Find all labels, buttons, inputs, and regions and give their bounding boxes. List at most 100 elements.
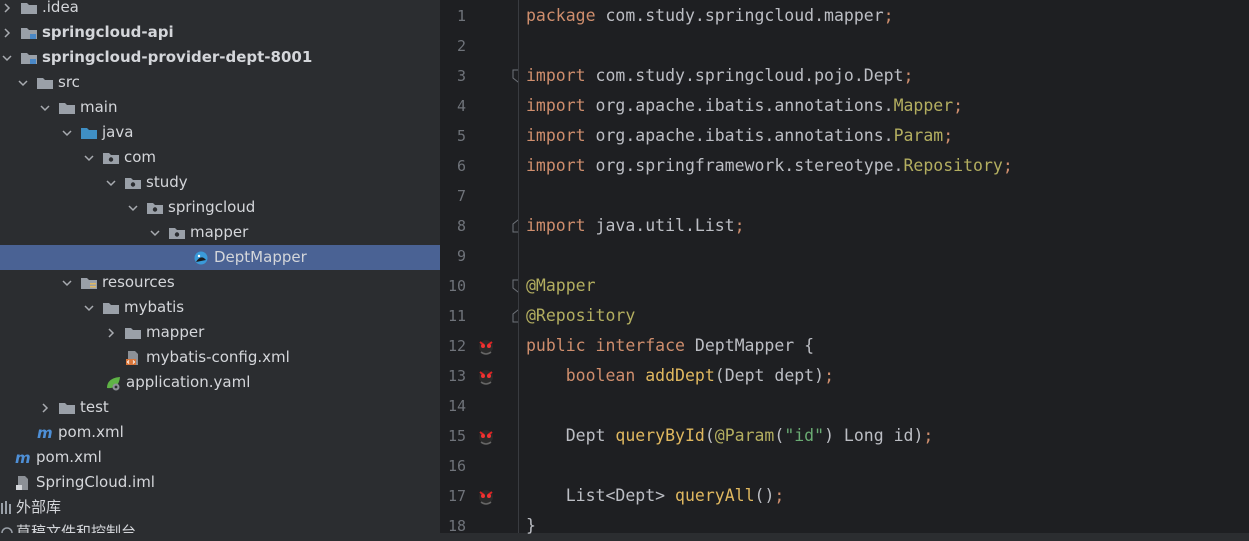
- chevron-down-icon[interactable]: [148, 226, 162, 240]
- tree-item-springcloud-api[interactable]: springcloud-api: [0, 20, 440, 45]
- tree-item-label: com: [124, 148, 157, 166]
- code-line-18: }: [526, 511, 536, 541]
- chevron-down-icon[interactable]: [126, 201, 140, 215]
- token-text: com.study.springcloud.pojo.Dept: [585, 66, 904, 85]
- code-editor[interactable]: package com.study.springcloud.mapper; im…: [519, 0, 1249, 535]
- mybatis-navigate-icon[interactable]: [475, 365, 497, 387]
- svg-text:m: m: [37, 425, 53, 441]
- maven-icon: m: [14, 450, 32, 466]
- token-text: org.apache.ibatis.annotations.: [585, 96, 894, 115]
- tree-item-label: springcloud-api: [42, 23, 174, 41]
- line-number: 15: [447, 427, 466, 445]
- code-line-11: @Repository: [526, 301, 635, 331]
- tree-item-label: pom.xml: [36, 448, 102, 466]
- chevron-down-icon[interactable]: [0, 51, 14, 65]
- token-method-name: addDept: [645, 366, 715, 385]
- project-tool-window: .idea springcloud-api springcloud-provid…: [0, 0, 440, 533]
- token-semicolon: ;: [1002, 156, 1013, 175]
- token-text: java.util.List: [585, 216, 735, 235]
- tree-item-java[interactable]: java: [0, 120, 440, 145]
- xml-file-icon: [124, 350, 142, 366]
- tree-item-external-libraries[interactable]: 外部库: [0, 495, 440, 520]
- tree-item-root-pom[interactable]: m pom.xml: [0, 445, 440, 470]
- chevron-down-icon[interactable]: [82, 301, 96, 315]
- chevron-right-icon[interactable]: [104, 326, 118, 340]
- token-semicolon: ;: [953, 96, 964, 115]
- code-line-15: Dept queryById(@Param("id") Long id);: [526, 421, 934, 451]
- tree-item-resources[interactable]: resources: [0, 270, 440, 295]
- tree-item-label: src: [58, 73, 80, 91]
- tree-item-deptmapper[interactable]: DeptMapper: [0, 245, 440, 270]
- token-keyword: package: [526, 6, 596, 25]
- chevron-right-icon[interactable]: [0, 1, 14, 15]
- folder-icon: [58, 400, 76, 416]
- tree-item-mapper-package[interactable]: mapper: [0, 220, 440, 245]
- line-number: 2: [456, 37, 466, 55]
- line-number: 3: [456, 67, 466, 85]
- tree-item-springcloud[interactable]: springcloud: [0, 195, 440, 220]
- token-keyword: import: [526, 156, 586, 175]
- tree-item-label: springcloud-provider-dept-8001: [42, 48, 313, 66]
- chevron-down-icon[interactable]: [16, 76, 30, 90]
- token-string: "id": [784, 426, 825, 445]
- line-number: 5: [456, 127, 466, 145]
- token-text: com.study.springcloud.mapper: [595, 6, 884, 25]
- tree-item-mybatis[interactable]: mybatis: [0, 295, 440, 320]
- scratch-icon: [0, 525, 14, 533]
- line-number: 12: [447, 337, 466, 355]
- token-annotation-class: Repository: [903, 156, 1003, 175]
- tree-item-application-yaml[interactable]: application.yaml: [0, 370, 440, 395]
- token-paren: (: [704, 426, 715, 445]
- token-paren: (: [774, 426, 785, 445]
- tree-item-springcloud-iml[interactable]: SpringCloud.iml: [0, 470, 440, 495]
- library-icon: [0, 500, 14, 516]
- chevron-right-icon[interactable]: [0, 26, 14, 40]
- tree-item-label: java: [102, 123, 134, 141]
- mybatis-navigate-icon[interactable]: [475, 425, 497, 447]
- chevron-down-icon[interactable]: [104, 176, 118, 190]
- line-number: 11: [447, 307, 466, 325]
- mybatis-navigate-icon[interactable]: [475, 335, 497, 357]
- chevron-down-icon[interactable]: [60, 126, 74, 140]
- line-number: 14: [447, 397, 466, 415]
- token-annotation: @Repository: [526, 306, 636, 325]
- package-icon: [168, 225, 186, 241]
- token-keyword: import: [526, 216, 586, 235]
- tree-item-scratches[interactable]: 草稿文件和控制台: [0, 520, 440, 533]
- tree-item-mybatis-config[interactable]: mybatis-config.xml: [0, 345, 440, 370]
- iml-file-icon: [14, 475, 32, 491]
- tree-item-label: test: [80, 398, 109, 416]
- tree-item-label: resources: [102, 273, 175, 291]
- package-icon: [124, 175, 142, 191]
- mybatis-navigate-icon[interactable]: [475, 485, 497, 507]
- tree-item-src[interactable]: src: [0, 70, 440, 95]
- code-line-13: boolean addDept(Dept dept);: [526, 361, 834, 391]
- line-number: 1: [456, 7, 466, 25]
- chevron-right-icon[interactable]: [38, 401, 52, 415]
- chevron-down-icon[interactable]: [60, 276, 74, 290]
- tree-item-com[interactable]: com: [0, 145, 440, 170]
- tree-item-study[interactable]: study: [0, 170, 440, 195]
- line-number: 8: [456, 217, 466, 235]
- line-number: 17: [447, 487, 466, 505]
- token-keyword: boolean: [565, 366, 636, 385]
- chevron-down-icon[interactable]: [82, 151, 96, 165]
- tree-item-mapper-folder[interactable]: mapper: [0, 320, 440, 345]
- tree-item-springcloud-provider-dept-8001[interactable]: springcloud-provider-dept-8001: [0, 45, 440, 70]
- token-keyword: import: [526, 66, 586, 85]
- chevron-down-icon[interactable]: [38, 101, 52, 115]
- tree-item-main[interactable]: main: [0, 95, 440, 120]
- token-annotation: @Mapper: [526, 276, 596, 295]
- tree-item-label: study: [146, 173, 188, 191]
- tree-item-label: .idea: [42, 0, 79, 16]
- folder-icon: [124, 325, 142, 341]
- tree-item-test[interactable]: test: [0, 395, 440, 420]
- code-line-10: @Mapper: [526, 271, 596, 301]
- package-icon: [102, 150, 120, 166]
- source-folder-icon: [80, 125, 98, 141]
- code-line-6: import org.springframework.stereotype.Re…: [526, 151, 1013, 181]
- token-keyword: import: [526, 126, 586, 145]
- folder-icon: [58, 100, 76, 116]
- tree-item-module-pom[interactable]: m pom.xml: [0, 420, 440, 445]
- tree-item-idea[interactable]: .idea: [0, 0, 440, 20]
